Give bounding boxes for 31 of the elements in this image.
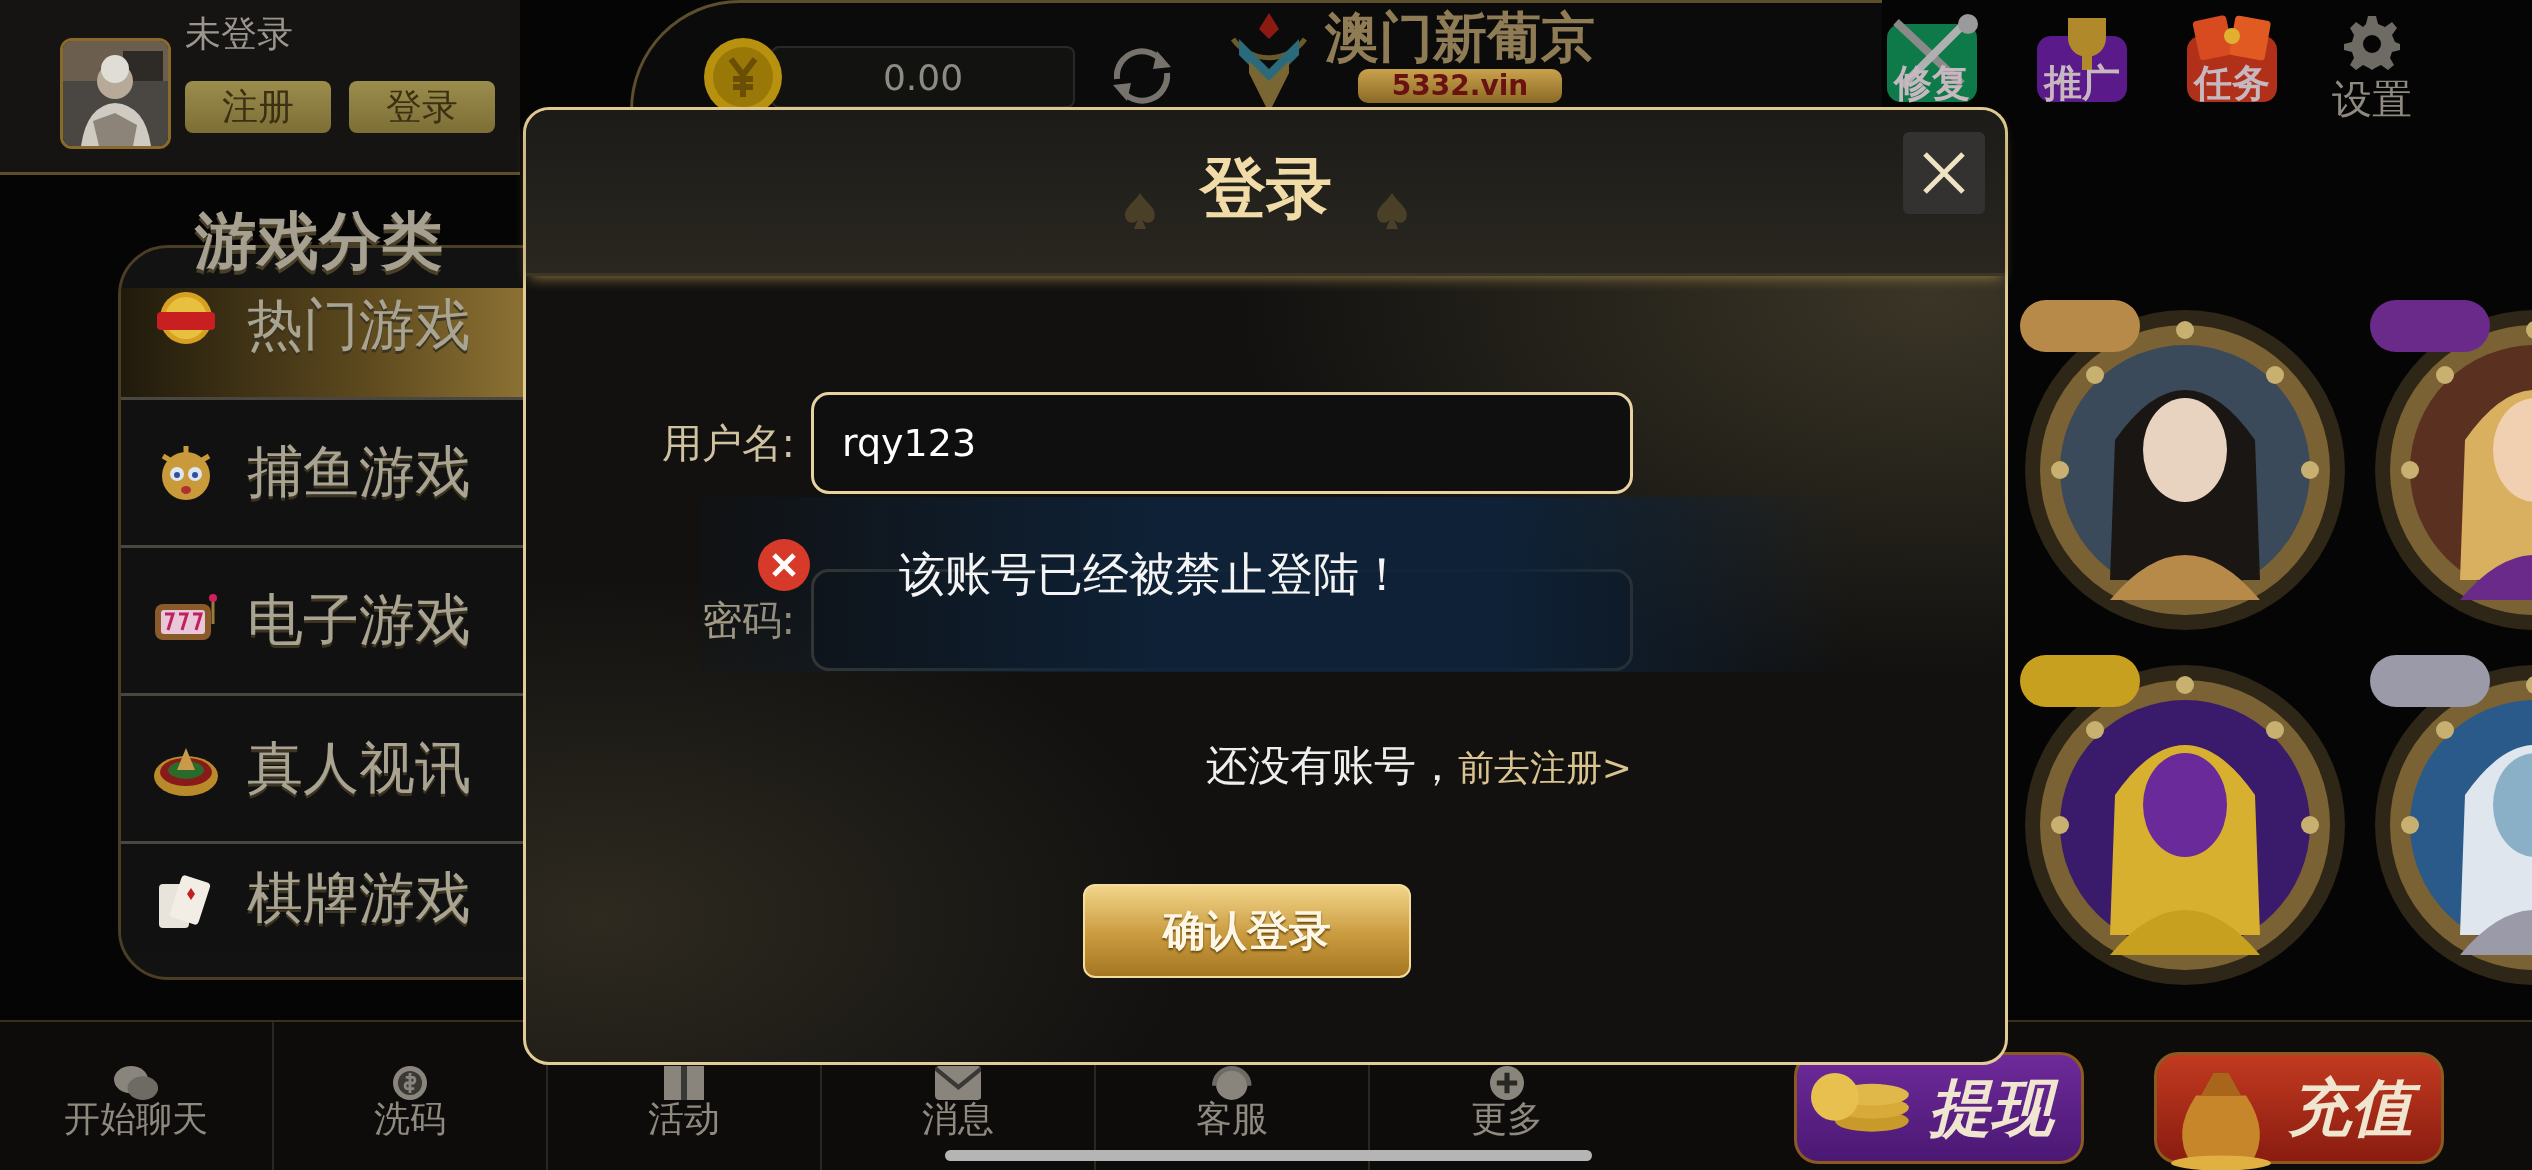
error-icon: [757, 537, 811, 592]
register-button[interactable]: 注册: [185, 81, 331, 133]
category-title: 游戏分类: [195, 205, 444, 277]
gift-icon: [664, 1066, 704, 1100]
login-button[interactable]: 登录: [349, 81, 495, 133]
username-field[interactable]: rqy123: [811, 392, 1633, 494]
register-link[interactable]: 前去注册>: [1457, 744, 1632, 793]
balance-field: 0.00: [771, 46, 1075, 108]
settings-icon: [2344, 14, 2400, 70]
brand-name: 澳门新葡京: [1325, 9, 1595, 67]
coin-icon: [393, 1066, 427, 1100]
envelope-icon: [934, 1066, 982, 1100]
field-label: 用户名:: [660, 418, 795, 468]
login-status: 未登录: [185, 12, 294, 56]
settings-button[interactable]: 设置: [2332, 14, 2412, 127]
nav-tab[interactable]: 开始聊天: [0, 1022, 274, 1170]
close-button[interactable]: [1903, 132, 1985, 214]
domain-badge: 5332.vin: [1357, 69, 1563, 103]
signup-prompt: 还没有账号，: [1205, 740, 1458, 792]
close-icon: [1921, 150, 1967, 196]
task-button[interactable]: 任务: [2182, 14, 2282, 109]
withdraw-button[interactable]: 提现: [1794, 1052, 2084, 1164]
chat-bubbles-icon: [113, 1066, 159, 1100]
plus-icon: [1490, 1066, 1524, 1100]
promote-button[interactable]: 推广: [2032, 14, 2132, 109]
money-bag-icon: [2171, 1073, 2271, 1170]
error-message: 该账号已经被禁止登陆！: [899, 545, 1405, 603]
headset-icon: [1212, 1066, 1252, 1100]
coin-stack-icon: [1811, 1073, 1911, 1134]
dialog-title: 登录: [1199, 148, 1332, 229]
field-label: 密码:: [700, 595, 795, 645]
